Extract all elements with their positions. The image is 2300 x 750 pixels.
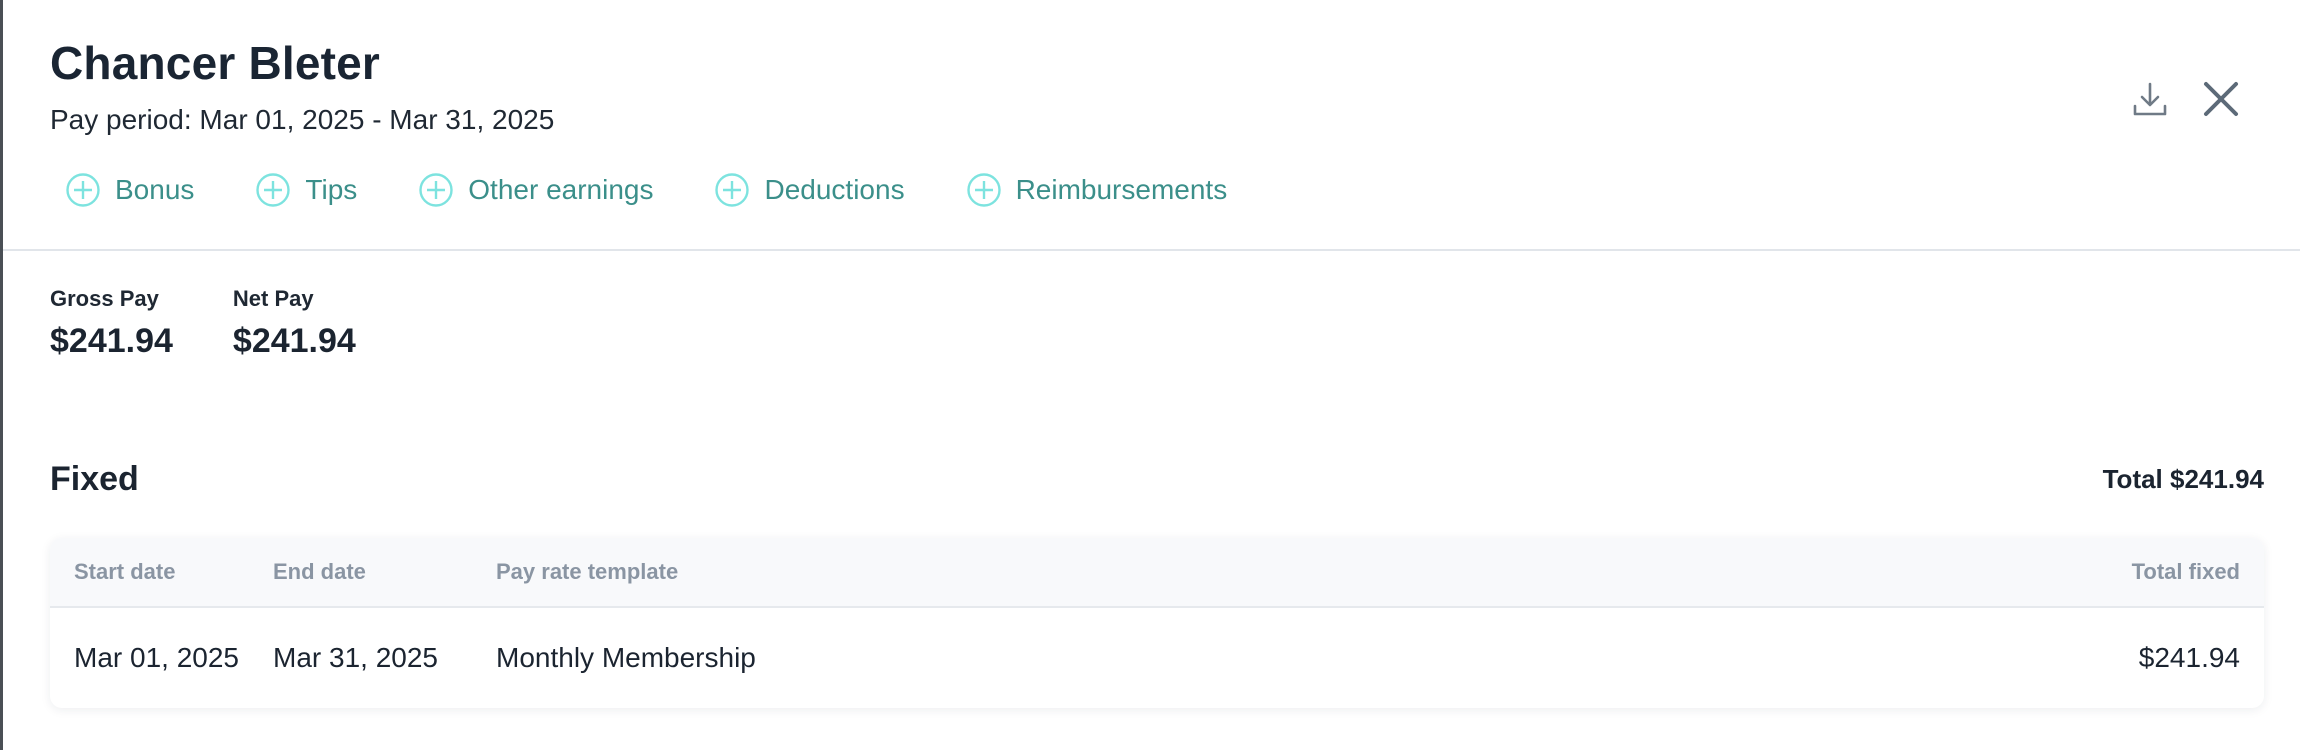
add-item-actions: Bonus Tips Other earnings Deductions Rei… [50,172,1273,208]
pay-summary: Gross Pay $241.94 Net Pay $241.94 [50,286,416,361]
add-reimbursements-button[interactable]: Reimbursements [951,172,1228,208]
download-button[interactable] [2130,79,2200,124]
close-button[interactable] [2200,78,2242,125]
gross-pay-label: Gross Pay [50,286,159,311]
table-header: Start date End date Pay rate template To… [50,538,2264,608]
cell-end-date: Mar 31, 2025 [273,642,438,673]
header-toolbar [2130,78,2242,125]
column-header-pay-rate-template: Pay rate template [496,559,679,584]
add-other-earnings-label: Other earnings [468,174,654,205]
table-row[interactable]: Mar 01, 2025 Mar 31, 2025 Monthly Member… [50,608,2264,708]
cell-start-date: Mar 01, 2025 [74,642,239,673]
column-header-total-fixed: Total fixed [2131,559,2240,584]
add-bonus-label: Bonus [115,174,195,205]
column-header-end-date: End date [273,559,366,584]
add-tips-label: Tips [305,174,358,205]
panel-header: Chancer Bleter Pay period: Mar 01, 2025 … [3,0,2300,251]
plus-circle-icon [66,173,100,207]
net-pay: Net Pay $241.94 [233,286,356,361]
close-icon [2204,82,2238,116]
net-pay-label: Net Pay [232,286,314,311]
gross-pay: Gross Pay $241.94 [50,286,173,361]
fixed-table: Start date End date Pay rate template To… [50,538,2264,708]
add-deductions-label: Deductions [764,174,905,205]
pay-period: Pay period: Mar 01, 2025 - Mar 31, 2025 [50,104,555,135]
payroll-detail-panel: Chancer Bleter Pay period: Mar 01, 2025 … [0,0,2300,750]
fixed-section-title: Fixed [50,460,139,498]
employee-name: Chancer Bleter [50,37,381,89]
add-deductions-button[interactable]: Deductions [699,172,905,208]
fixed-section-header: Fixed Total $241.94 [50,460,2264,499]
add-other-earnings-button[interactable]: Other earnings [403,172,653,208]
add-reimbursements-label: Reimbursements [1015,174,1228,205]
plus-circle-icon [966,173,1001,207]
plus-circle-icon [419,173,453,207]
download-icon [2133,82,2167,116]
gross-pay-value: $241.94 [50,322,173,360]
column-header-start-date: Start date [74,559,176,584]
cell-total-fixed: $241.94 [2138,642,2240,673]
add-tips-button[interactable]: Tips [240,172,357,208]
plus-circle-icon [715,173,750,207]
cell-pay-rate-template: Monthly Membership [496,642,756,673]
add-bonus-button[interactable]: Bonus [50,172,194,208]
net-pay-value: $241.94 [232,322,356,360]
fixed-section-total: Total $241.94 [2102,464,2264,494]
plus-circle-icon [256,173,291,207]
